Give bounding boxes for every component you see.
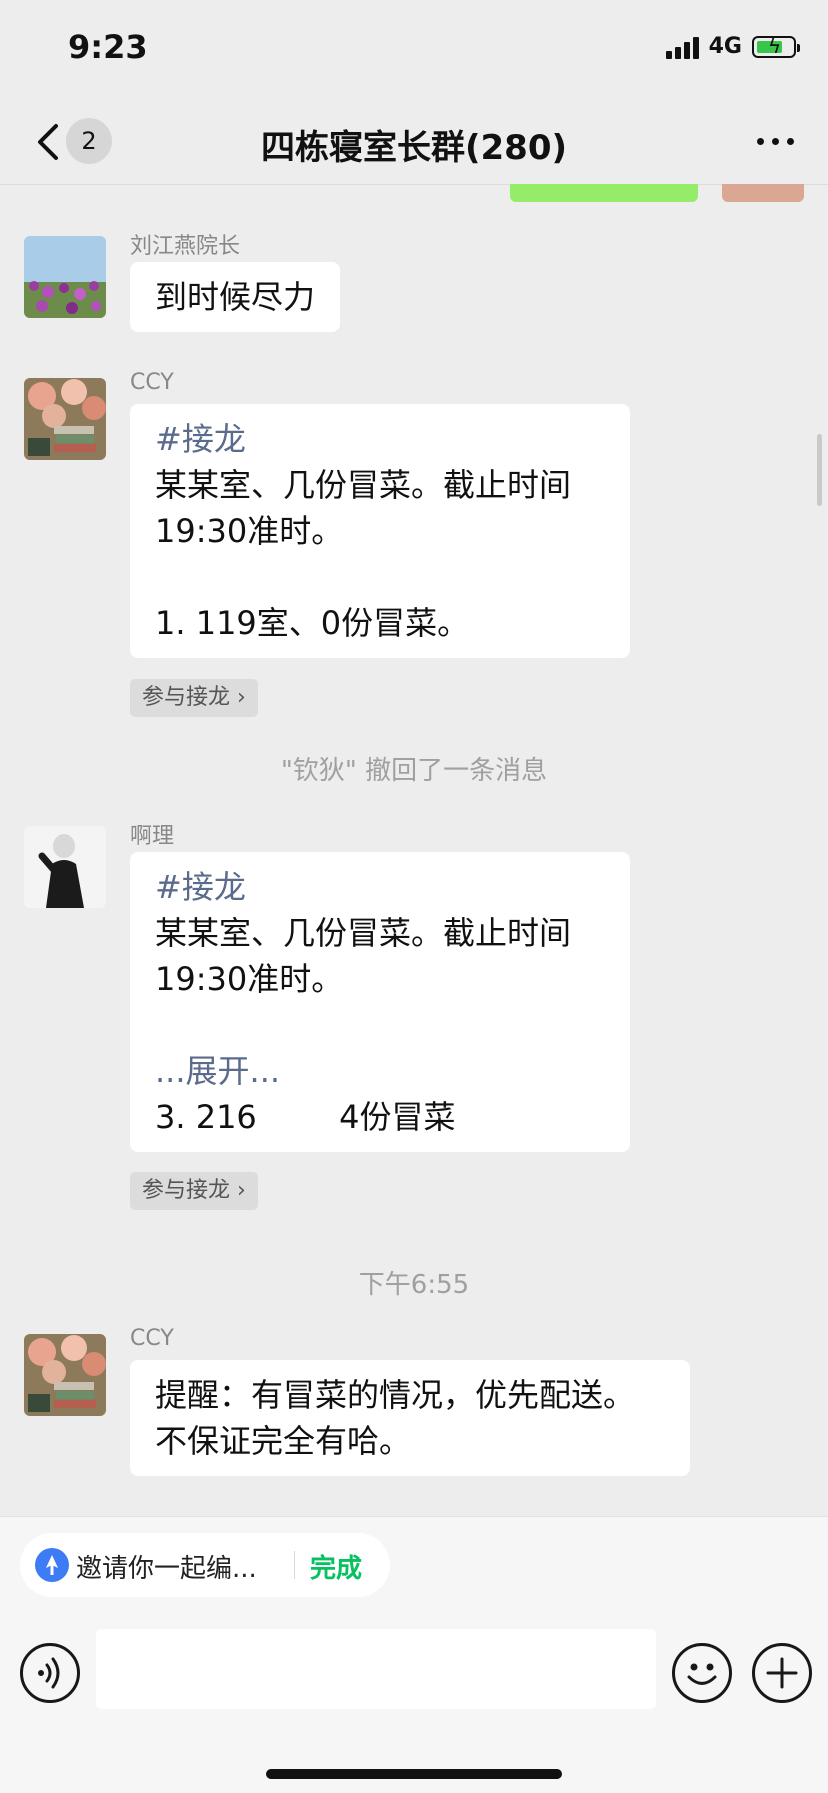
message-text: 不保证完全有哈。 (155, 1422, 412, 1460)
chat-title: 四栋寝室长群(280) (260, 128, 568, 168)
join-label: 参与接龙 (142, 685, 231, 710)
emoji-icon[interactable] (672, 1643, 732, 1703)
solitaire-entry: 1. 119室、0份冒菜。 (155, 604, 470, 642)
plus-icon[interactable] (752, 1643, 812, 1703)
message-text: 某某室、几份冒菜。截止时间 (155, 914, 572, 952)
invite-text: 邀请你一起编... (76, 1554, 257, 1584)
battery-icon: ϟ (752, 34, 800, 58)
status-bar: 9:23 4G ϟ (0, 0, 828, 100)
previous-avatar (722, 184, 804, 202)
entry-count: 4份冒菜 (339, 1098, 456, 1136)
message-text: 提醒：有冒菜的情况，优先配送。 (155, 1376, 636, 1414)
entry-room: 3. 216 (155, 1098, 257, 1136)
sender-name: 啊理 (130, 824, 175, 849)
message-bubble[interactable]: 提醒：有冒菜的情况，优先配送。 不保证完全有哈。 (130, 1360, 690, 1476)
sender-name: CCY (130, 370, 174, 395)
avatar[interactable] (24, 1334, 106, 1416)
sender-name: 刘江燕院长 (130, 234, 241, 259)
solitaire-entry: 3. 216 4份冒菜 (155, 1094, 605, 1140)
chevron-right-icon: › (237, 1178, 246, 1203)
done-button[interactable]: 完成 (310, 1548, 362, 1585)
scrollbar[interactable] (817, 434, 822, 506)
home-indicator[interactable] (266, 1769, 562, 1779)
status-time: 9:23 (68, 28, 148, 66)
message-text: 19:30准时。 (155, 960, 344, 998)
sender-name: CCY (130, 1326, 174, 1351)
solitaire-bubble[interactable]: #接龙 某某室、几份冒菜。截止时间 19:30准时。 1. 119室、0份冒菜。 (130, 404, 630, 658)
more-icon[interactable] (757, 138, 794, 145)
chevron-right-icon: › (237, 685, 246, 710)
previous-message-bubble (510, 184, 698, 202)
solitaire-tag[interactable]: #接龙 (155, 416, 605, 462)
network-label: 4G (708, 34, 742, 59)
message-text: 19:30准时。 (155, 512, 344, 550)
timestamp: 下午6:55 (358, 1270, 470, 1300)
message-text: 某某室、几份冒菜。截止时间 (155, 466, 572, 504)
avatar[interactable] (24, 378, 106, 460)
join-label: 参与接龙 (142, 1178, 231, 1203)
avatar[interactable] (24, 236, 106, 318)
join-solitaire-button[interactable]: 参与接龙 › (130, 679, 258, 717)
message-bubble[interactable]: 到时候尽力 (130, 262, 341, 332)
status-indicators: 4G ϟ (665, 34, 800, 59)
recall-notice: "钦狄" 撤回了一条消息 (280, 756, 548, 786)
solitaire-bubble[interactable]: #接龙 某某室、几份冒菜。截止时间 19:30准时。 ...展开... 3. 2… (130, 852, 630, 1152)
avatar[interactable] (24, 826, 106, 908)
invite-edit-banner[interactable]: 邀请你一起编... 完成 (20, 1533, 390, 1597)
solitaire-tag[interactable]: #接龙 (155, 864, 605, 910)
message-input[interactable] (96, 1629, 656, 1709)
message-text: 到时候尽力 (155, 278, 316, 316)
divider (294, 1551, 295, 1579)
compass-icon (35, 1548, 69, 1582)
input-panel: 邀请你一起编... 完成 (0, 1516, 828, 1793)
expand-link[interactable]: ...展开... (155, 1048, 605, 1094)
join-solitaire-button[interactable]: 参与接龙 › (130, 1172, 258, 1210)
voice-icon[interactable] (20, 1643, 80, 1703)
chat-header: 2 四栋寝室长群(280) (0, 100, 828, 185)
signal-icon (665, 35, 699, 59)
